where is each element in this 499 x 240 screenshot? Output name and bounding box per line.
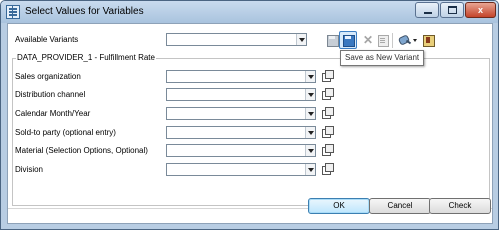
maximize-button[interactable] — [440, 2, 464, 18]
cancel-button[interactable]: Cancel — [369, 198, 431, 214]
calendar-month-year-input[interactable] — [166, 107, 316, 120]
chevron-down-icon[interactable] — [305, 127, 315, 138]
title-bar[interactable]: Select Values for Variables x — [1, 1, 498, 23]
multiple-selection-icon[interactable] — [321, 88, 334, 100]
ok-button[interactable]: OK — [308, 198, 370, 214]
variant-properties-icon[interactable] — [376, 33, 390, 47]
dialog-window: Select Values for Variables x Available … — [0, 0, 499, 230]
dialog-app-icon — [6, 5, 20, 19]
chevron-down-icon[interactable] — [305, 71, 315, 82]
available-variants-label: Available Variants — [15, 35, 79, 44]
toolbar-separator — [392, 33, 393, 48]
available-variants-dropdown[interactable] — [166, 33, 307, 46]
distribution-channel-input[interactable] — [166, 88, 316, 101]
close-button[interactable]: x — [465, 2, 496, 18]
field-label: Division — [15, 165, 44, 174]
check-button[interactable]: Check — [429, 198, 491, 214]
save-as-new-variant-icon[interactable] — [339, 31, 357, 49]
field-label: Sold-to party (optional entry) — [15, 128, 116, 137]
sales-organization-input[interactable] — [166, 70, 316, 83]
field-label: Sales organization — [15, 72, 81, 81]
delete-variant-icon[interactable]: ✕ — [361, 33, 375, 47]
info-icon[interactable] — [421, 33, 435, 47]
multiple-selection-icon[interactable] — [321, 107, 334, 119]
chevron-down-icon[interactable] — [305, 164, 315, 175]
dialog-title: Select Values for Variables — [25, 6, 144, 17]
field-label: Distribution channel — [15, 90, 86, 99]
multiple-selection-icon[interactable] — [321, 144, 334, 156]
field-label: Calendar Month/Year — [15, 109, 91, 118]
chevron-down-icon[interactable] — [296, 34, 306, 45]
multiple-selection-icon[interactable] — [321, 126, 334, 138]
material-input[interactable] — [166, 144, 316, 157]
chevron-down-icon[interactable] — [305, 108, 315, 119]
save-variant-icon[interactable] — [325, 33, 339, 47]
multiple-selection-icon[interactable] — [321, 70, 334, 82]
chevron-down-icon[interactable] — [305, 145, 315, 156]
field-label: Material (Selection Options, Optional) — [15, 146, 148, 155]
multiple-selection-icon[interactable] — [321, 163, 334, 175]
close-icon: x — [477, 5, 483, 15]
minimize-icon — [424, 12, 432, 14]
minimize-button[interactable] — [415, 2, 439, 18]
save-as-new-variant-tooltip: Save as New Variant — [340, 50, 425, 66]
division-input[interactable] — [166, 163, 316, 176]
personalize-menu-chevron-icon[interactable] — [413, 39, 417, 42]
chevron-down-icon[interactable] — [305, 89, 315, 100]
sold-to-party-input[interactable] — [166, 126, 316, 139]
personalize-icon[interactable] — [398, 33, 412, 47]
maximize-icon — [448, 6, 457, 14]
group-title: DATA_PROVIDER_1 - Fulfillment Rate — [16, 53, 156, 62]
